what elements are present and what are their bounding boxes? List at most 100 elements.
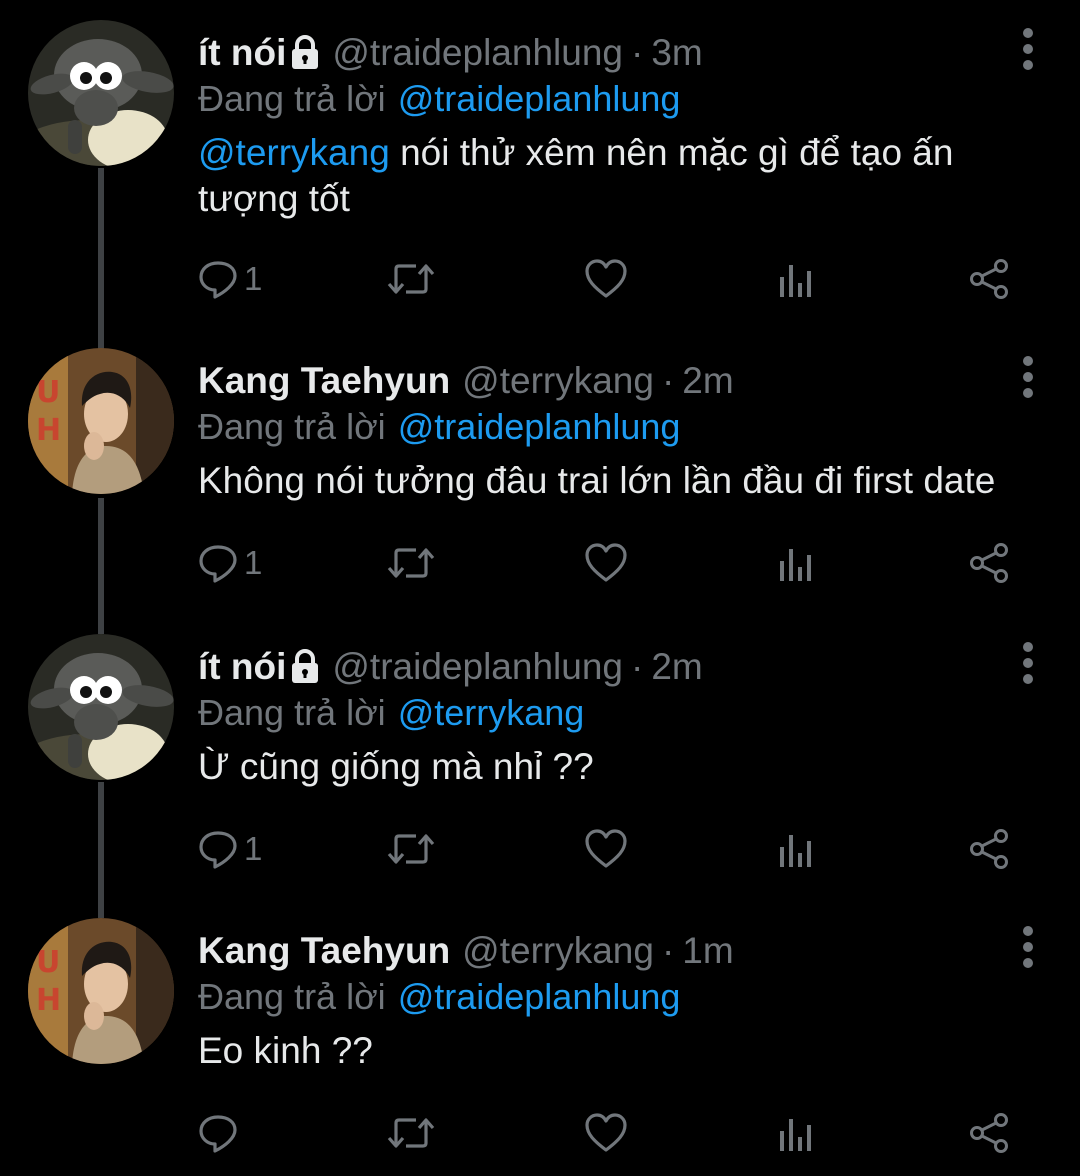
tweet-text: Eo kinh ?? bbox=[198, 1028, 1058, 1074]
avatar[interactable] bbox=[28, 634, 174, 780]
tweet[interactable]: ít nói @traideplanhlung · 3m Đang trả lờ… bbox=[0, 20, 1080, 320]
share-button[interactable] bbox=[968, 1110, 1010, 1156]
share-icon bbox=[970, 1113, 1008, 1153]
like-button[interactable] bbox=[584, 256, 628, 302]
retweet-button[interactable] bbox=[386, 826, 436, 872]
analytics-icon bbox=[780, 1119, 811, 1151]
lock-icon bbox=[290, 649, 320, 685]
tweet[interactable]: U H Kang Taehyun @terrykang · 1m Đang tr… bbox=[0, 918, 1080, 1168]
tweet-header: ít nói @traideplanhlung · 3m bbox=[198, 28, 703, 78]
user-handle[interactable]: @traideplanhlung bbox=[332, 646, 623, 688]
share-icon bbox=[970, 543, 1008, 583]
more-vertical-icon[interactable] bbox=[1020, 26, 1036, 72]
reply-button[interactable] bbox=[198, 1110, 244, 1156]
separator-dot: · bbox=[630, 32, 644, 73]
analytics-button[interactable] bbox=[778, 1110, 814, 1156]
replying-to: Đang trả lời @traideplanhlung bbox=[198, 76, 680, 122]
replying-to: Đang trả lời @terrykang bbox=[198, 690, 584, 736]
tweet-body: Ừ cũng giống mà nhỉ ?? bbox=[198, 746, 594, 787]
retweet-button[interactable] bbox=[386, 256, 436, 302]
like-button[interactable] bbox=[584, 1110, 628, 1156]
reply-icon bbox=[199, 545, 237, 583]
separator-dot: · bbox=[661, 930, 675, 971]
retweet-button[interactable] bbox=[386, 1110, 436, 1156]
analytics-icon bbox=[780, 265, 811, 297]
separator-dot: · bbox=[661, 360, 675, 401]
tweet-text: @terrykang nói thử xêm nên mặc gì để tạo… bbox=[198, 130, 1018, 222]
reply-count: 1 bbox=[244, 830, 263, 867]
reply-button[interactable]: 1 bbox=[198, 826, 262, 872]
share-icon bbox=[970, 259, 1008, 299]
tweet-header: ít nói @traideplanhlung · 2m bbox=[198, 642, 703, 692]
retweet-icon bbox=[387, 1118, 435, 1148]
user-handle[interactable]: @terrykang bbox=[462, 360, 654, 402]
user-handle[interactable]: @terrykang bbox=[462, 930, 654, 972]
lock-icon bbox=[290, 35, 320, 71]
tweet-text: Không nói tưởng đâu trai lớn lần đầu đi … bbox=[198, 458, 1058, 504]
avatar[interactable]: U H bbox=[28, 348, 174, 494]
more-vertical-icon[interactable] bbox=[1020, 640, 1036, 686]
like-button[interactable] bbox=[584, 540, 628, 586]
reply-button[interactable]: 1 bbox=[198, 256, 262, 302]
reply-prefix: Đang trả lời bbox=[198, 406, 386, 447]
sheep-avatar-image bbox=[28, 634, 174, 780]
reply-to-mention[interactable]: @traideplanhlung bbox=[398, 406, 681, 448]
separator-dot: · bbox=[630, 646, 644, 687]
analytics-icon bbox=[780, 549, 811, 581]
retweet-button[interactable] bbox=[386, 540, 436, 586]
person-avatar-image: U H bbox=[28, 348, 174, 494]
svg-text:H: H bbox=[36, 983, 61, 1018]
timestamp[interactable]: 2m bbox=[682, 360, 733, 402]
action-bar bbox=[198, 1110, 1028, 1156]
tweet-header: Kang Taehyun @terrykang · 1m bbox=[198, 926, 734, 976]
heart-icon bbox=[585, 1113, 627, 1152]
display-name[interactable]: Kang Taehyun bbox=[198, 930, 450, 972]
tweet-body: Eo kinh ?? bbox=[198, 1030, 373, 1071]
retweet-icon bbox=[387, 264, 435, 294]
reply-to-mention[interactable]: @traideplanhlung bbox=[398, 976, 681, 1018]
analytics-button[interactable] bbox=[778, 540, 814, 586]
like-button[interactable] bbox=[584, 826, 628, 872]
tweet-header: Kang Taehyun @terrykang · 2m bbox=[198, 356, 734, 406]
share-button[interactable] bbox=[968, 540, 1010, 586]
avatar[interactable]: U H bbox=[28, 918, 174, 1064]
timestamp[interactable]: 1m bbox=[682, 930, 733, 972]
reply-to-mention[interactable]: @traideplanhlung bbox=[398, 78, 681, 120]
replying-to: Đang trả lời @traideplanhlung bbox=[198, 974, 680, 1020]
action-bar: 1 bbox=[198, 540, 1028, 586]
reply-icon bbox=[199, 261, 237, 299]
analytics-button[interactable] bbox=[778, 256, 814, 302]
reply-count: 1 bbox=[244, 544, 263, 581]
reply-count: 1 bbox=[244, 260, 263, 297]
svg-text:H: H bbox=[36, 413, 61, 448]
more-vertical-icon[interactable] bbox=[1020, 354, 1036, 400]
share-button[interactable] bbox=[968, 826, 1010, 872]
reply-prefix: Đang trả lời bbox=[198, 976, 386, 1017]
more-vertical-icon[interactable] bbox=[1020, 924, 1036, 970]
heart-icon bbox=[585, 543, 627, 582]
timestamp[interactable]: 3m bbox=[651, 32, 702, 74]
svg-text:U: U bbox=[36, 945, 60, 980]
tweet-text: Ừ cũng giống mà nhỉ ?? bbox=[198, 744, 1058, 790]
display-name[interactable]: ít nói bbox=[198, 646, 286, 688]
tweet[interactable]: U H Kang Taehyun @terrykang · 2m Đang tr… bbox=[0, 348, 1080, 598]
svg-text:U: U bbox=[36, 375, 60, 410]
display-name[interactable]: Kang Taehyun bbox=[198, 360, 450, 402]
analytics-icon bbox=[780, 835, 811, 867]
reply-button[interactable]: 1 bbox=[198, 540, 262, 586]
action-bar: 1 bbox=[198, 826, 1028, 872]
heart-icon bbox=[585, 259, 627, 298]
tweet[interactable]: ít nói @traideplanhlung · 2m Đang trả lờ… bbox=[0, 634, 1080, 884]
avatar[interactable] bbox=[28, 20, 174, 166]
reply-prefix: Đang trả lời bbox=[198, 692, 386, 733]
person-avatar-image: U H bbox=[28, 918, 174, 1064]
heart-icon bbox=[585, 829, 627, 868]
analytics-button[interactable] bbox=[778, 826, 814, 872]
display-name[interactable]: ít nói bbox=[198, 32, 286, 74]
retweet-icon bbox=[387, 548, 435, 578]
timestamp[interactable]: 2m bbox=[651, 646, 702, 688]
reply-to-mention[interactable]: @terrykang bbox=[398, 692, 585, 734]
user-handle[interactable]: @traideplanhlung bbox=[332, 32, 623, 74]
share-button[interactable] bbox=[968, 256, 1010, 302]
mention-link[interactable]: @terrykang bbox=[198, 132, 390, 173]
